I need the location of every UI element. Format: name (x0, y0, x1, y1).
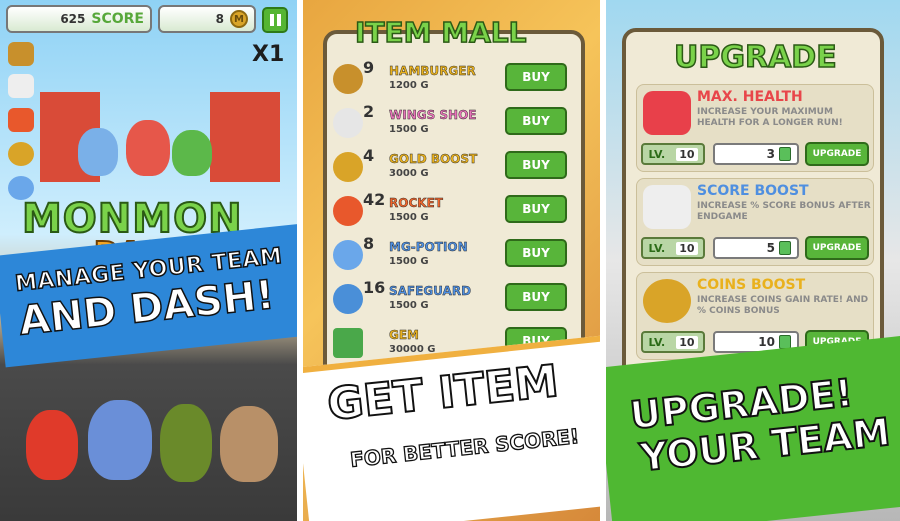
green-runner-character (160, 404, 212, 482)
wings-shoe-icon (333, 108, 363, 138)
frog-character (172, 130, 212, 176)
level-value: 10 (676, 147, 698, 161)
coin-value: 8 (215, 12, 224, 26)
level-label: LV. (648, 147, 666, 161)
level-label: LV. (648, 241, 666, 255)
bear-runner-character (220, 406, 278, 482)
buy-button[interactable]: BUY (505, 107, 567, 135)
screenshot-item-mall: ITEM MALL 9 HAMBURGER 1200 G BUY 2 WINGS… (303, 0, 600, 521)
item-quantity: 4 (363, 146, 375, 165)
item-name: SAFEGUARD (389, 284, 472, 298)
red-runner-character (26, 410, 78, 480)
upgrade-description: INCREASE YOUR MAXIMUM HEALTH FOR A LONGE… (697, 107, 843, 128)
item-row: 2 WINGS SHOE 1500 G BUY (333, 102, 573, 142)
heart-icon (643, 91, 691, 135)
gem-icon (779, 147, 791, 161)
potion-icon (333, 240, 363, 270)
gold-boost-icon[interactable] (8, 142, 34, 166)
blue-runner-character (88, 400, 152, 480)
gold-boost-icon (333, 152, 363, 182)
pause-button[interactable] (262, 7, 288, 33)
level-display: LV. 10 (641, 237, 705, 259)
item-quantity: 9 (363, 58, 375, 77)
level-display: LV. 10 (641, 143, 705, 165)
score-label: SCORE (91, 11, 144, 27)
coins-icon (643, 279, 691, 323)
upgrade-name: COINS BOOST (697, 277, 806, 293)
cost-value: 10 (758, 335, 775, 349)
screenshot-upgrade: UPGRADE MAX. HEALTH INCREASE YOUR MAXIMU… (606, 0, 900, 521)
buy-button[interactable]: BUY (505, 63, 567, 91)
screenshot-gameplay: 625 SCORE 8 M X1 MONMON DASH MANAGE YOUR… (0, 0, 297, 521)
item-row: 9 HAMBURGER 1200 G BUY (333, 58, 573, 98)
gem-icon (333, 328, 363, 358)
item-mall-title: ITEM MALL (354, 15, 527, 50)
item-name: MG-POTION (389, 240, 468, 254)
item-name: ROCKET (389, 196, 443, 210)
item-row: 4 GOLD BOOST 3000 G BUY (333, 146, 573, 186)
item-quantity: 8 (363, 234, 375, 253)
gem-icon (779, 241, 791, 255)
level-display: LV. 10 (641, 331, 705, 353)
wings-shoe-icon (643, 185, 691, 229)
upgrade-name: SCORE BOOST (697, 183, 809, 199)
upgrade-cost: 3 (713, 143, 799, 165)
item-row: 42 ROCKET 1500 G BUY (333, 190, 573, 230)
upgrade-button[interactable]: UPGRADE (805, 236, 869, 260)
level-value: 10 (676, 241, 698, 255)
buy-button[interactable]: BUY (505, 283, 567, 311)
hamburger-icon (333, 64, 363, 94)
upgrade-title: UPGRADE (673, 39, 837, 76)
blue-character (78, 128, 118, 176)
cost-value: 3 (766, 147, 775, 161)
wings-shoe-icon[interactable] (8, 74, 34, 98)
upgrade-button[interactable]: UPGRADE (805, 142, 869, 166)
upgrade-cost: 5 (713, 237, 799, 259)
item-price: 3000 G (389, 168, 429, 179)
item-name: GOLD BOOST (389, 152, 478, 166)
item-price: 1200 G (389, 80, 429, 91)
item-price: 1500 G (389, 256, 429, 267)
upgrade-card: SCORE BOOST INCREASE % SCORE BONUS AFTER… (636, 178, 874, 266)
cost-value: 5 (766, 241, 775, 255)
item-row: 16 SAFEGUARD 1500 G BUY (333, 278, 573, 318)
item-price: 1500 G (389, 300, 429, 311)
item-quantity: 16 (363, 278, 386, 297)
rocket-icon[interactable] (8, 108, 34, 132)
score-value: 625 (60, 12, 86, 26)
buy-button[interactable]: BUY (505, 239, 567, 267)
item-name: HAMBURGER (389, 64, 476, 78)
upgrade-name: MAX. HEALTH (697, 89, 803, 105)
buy-button[interactable]: BUY (505, 195, 567, 223)
coin-icon: M (230, 10, 248, 28)
item-name: GEM (389, 328, 419, 342)
upgrade-description: INCREASE COINS GAIN RATE! AND % COINS BO… (697, 295, 869, 316)
safeguard-icon (333, 284, 363, 314)
upgrade-description: INCREASE % SCORE BONUS AFTER ENDGAME (697, 201, 871, 222)
item-price: 1500 G (389, 124, 429, 135)
building-right (210, 92, 280, 182)
level-label: LV. (648, 335, 666, 349)
hamburger-icon[interactable] (8, 42, 34, 66)
upgrade-card: MAX. HEALTH INCREASE YOUR MAXIMUM HEALTH… (636, 84, 874, 172)
coin-bar: 8 M (158, 5, 256, 33)
item-price: 1500 G (389, 212, 429, 223)
item-quantity: 2 (363, 102, 375, 121)
item-row: 8 MG-POTION 1500 G BUY (333, 234, 573, 274)
item-quantity: 42 (363, 190, 386, 209)
item-name: WINGS SHOE (389, 108, 477, 122)
level-value: 10 (676, 335, 698, 349)
red-fox-character (126, 120, 170, 176)
score-bar: 625 SCORE (6, 5, 152, 33)
buy-button[interactable]: BUY (505, 151, 567, 179)
multiplier-label: X1 (252, 42, 285, 67)
rocket-icon (333, 196, 363, 226)
